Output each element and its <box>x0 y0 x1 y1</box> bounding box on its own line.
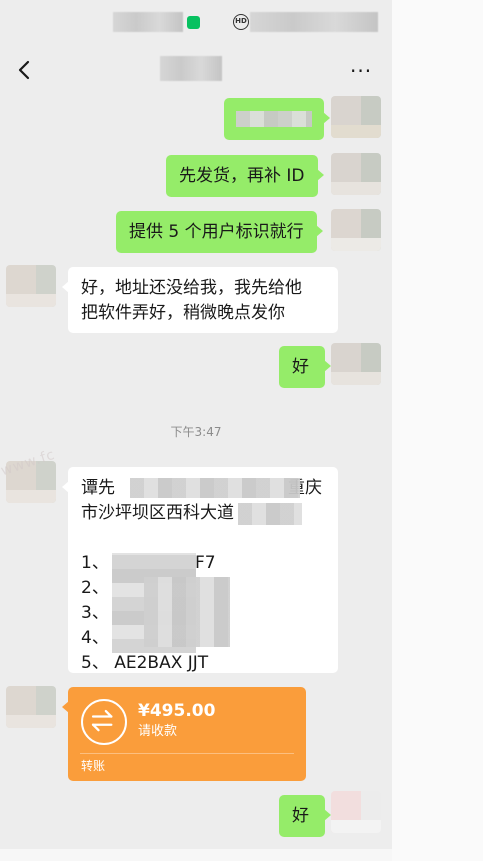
transfer-amount: ¥495.00 <box>138 701 216 721</box>
message-text: 好 <box>292 806 309 826</box>
my-avatar[interactable] <box>331 209 381 251</box>
chat-screen: HD ... 先发货，再补 ID 提供 5 个用户标识就行 好，地址还没给我，我… <box>0 0 392 861</box>
status-bar: HD <box>0 0 392 44</box>
nav-bar: ... <box>0 44 392 96</box>
transfer-divider <box>80 753 294 754</box>
id-item: 5、 AE2BAX JJT <box>81 653 209 673</box>
back-arrow-icon[interactable] <box>14 59 36 81</box>
transfer-status: 请收款 <box>138 724 178 739</box>
redacted-region <box>144 577 230 647</box>
message-bubble-blurred[interactable] <box>224 98 330 140</box>
transfer-icon <box>81 699 127 745</box>
message-text: 好 <box>292 357 309 377</box>
transfer-card[interactable]: ¥495.00 请收款 转账 <box>62 687 306 781</box>
my-avatar[interactable] <box>331 153 381 195</box>
blurred-status-icons <box>250 12 378 32</box>
redacted-region <box>238 503 302 525</box>
address-line1-start: 谭先 <box>81 478 115 498</box>
message-bubble[interactable]: 提供 5 个用户标识就行 <box>116 211 323 253</box>
message-bubble[interactable]: 先发货，再补 ID <box>166 155 324 197</box>
message-text: 先发货，再补 ID <box>179 166 305 186</box>
my-avatar[interactable] <box>331 791 381 833</box>
blurred-text <box>236 111 312 127</box>
message-bubble[interactable]: 好 <box>279 795 331 837</box>
wechat-icon <box>187 16 200 29</box>
more-options-icon[interactable]: ... <box>350 55 374 80</box>
transfer-footer: 转账 <box>81 759 106 773</box>
message-text: 提供 5 个用户标识就行 <box>129 222 304 242</box>
message-bubble[interactable]: 好，地址还没给我，我先给他 把软件弄好，稍微晚点发你 <box>62 267 338 333</box>
my-avatar[interactable] <box>331 96 381 138</box>
hd-icon: HD <box>233 14 249 30</box>
blurred-time <box>113 12 183 32</box>
bottom-bar <box>0 849 392 861</box>
timestamp: 下午3:47 <box>170 425 222 439</box>
my-avatar[interactable] <box>331 343 381 385</box>
message-bubble[interactable]: 好 <box>279 346 331 388</box>
address-message-bubble[interactable]: 谭先 重庆 市沙坪坝区西科大道 1、 ·XDHODAF7 2、 H HRX 3、… <box>62 467 338 673</box>
message-text-line: 把软件弄好，稍微晚点发你 <box>81 303 285 323</box>
contact-avatar[interactable] <box>6 265 56 307</box>
message-text-line: 好，地址还没给我，我先给他 <box>81 278 302 298</box>
contact-name-blurred <box>160 56 222 81</box>
redacted-region <box>130 478 300 498</box>
right-gutter <box>392 0 483 861</box>
contact-avatar[interactable] <box>6 686 56 728</box>
